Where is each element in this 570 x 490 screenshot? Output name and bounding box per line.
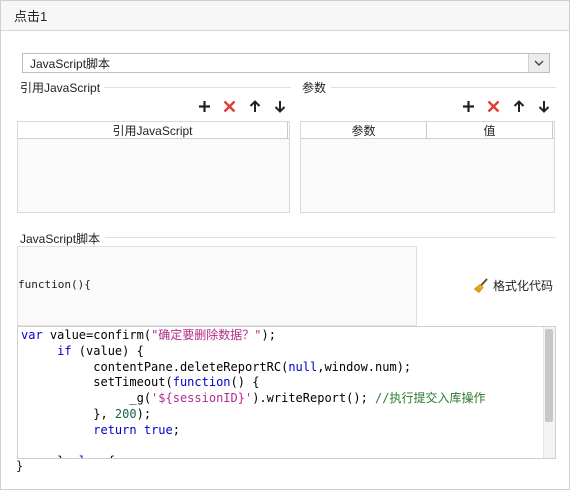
add-icon <box>463 100 474 112</box>
broom-icon <box>473 278 488 293</box>
code-line: if (value) { <box>57 343 144 358</box>
params-table-header: 参数 值 <box>301 122 554 139</box>
params-table[interactable]: 参数 值 <box>300 121 555 213</box>
code-content[interactable]: var value=confirm("确定要删除数据？"); if (value… <box>21 328 486 458</box>
format-code-button[interactable]: 格式化代码 <box>473 277 553 294</box>
imports-delete-button[interactable] <box>217 96 242 116</box>
imports-toolbar <box>192 96 292 116</box>
code-line: return true; <box>93 422 180 437</box>
function-closing-brace: } <box>16 459 24 473</box>
imports-table-header: 引用JavaScript <box>18 122 289 139</box>
params-column-value[interactable]: 值 <box>427 122 553 139</box>
add-icon <box>199 100 210 112</box>
code-line: }, 200); <box>21 406 152 421</box>
imports-section-label: 引用JavaScript <box>20 79 105 96</box>
params-toolbar <box>456 96 556 116</box>
arrow-down-icon <box>538 100 549 113</box>
imports-column-header[interactable]: 引用JavaScript <box>18 122 288 139</box>
imports-move-down-button[interactable] <box>267 96 292 116</box>
code-line: var value=confirm("确定要删除数据？"); <box>21 328 276 342</box>
script-type-select[interactable]: JavaScript脚本 <box>22 53 550 73</box>
code-editor[interactable]: var value=confirm("确定要删除数据？"); if (value… <box>17 326 556 459</box>
code-line: contentPane.deleteReportRC(null,window.n… <box>21 359 412 374</box>
function-signature: function(){ <box>18 278 91 291</box>
imports-move-up-button[interactable] <box>242 96 267 116</box>
params-section-label: 参数 <box>302 79 331 96</box>
window-title: 点击1 <box>1 1 569 31</box>
format-code-label: 格式化代码 <box>493 279 554 293</box>
chevron-down-icon[interactable] <box>528 54 549 72</box>
window-title-text: 点击1 <box>14 9 48 24</box>
script-divider <box>105 237 556 238</box>
imports-add-button[interactable] <box>192 96 217 116</box>
code-line: } else { <box>21 454 115 458</box>
arrow-up-icon <box>513 99 524 112</box>
arrow-up-icon <box>249 99 260 112</box>
delete-icon <box>223 100 236 112</box>
params-column-name[interactable]: 参数 <box>301 122 427 139</box>
delete-icon <box>487 100 500 112</box>
params-delete-button[interactable] <box>481 96 506 116</box>
editor-scrollbar[interactable] <box>543 327 555 458</box>
params-divider <box>331 87 556 88</box>
script-type-select-value: JavaScript脚本 <box>30 56 111 71</box>
params-move-down-button[interactable] <box>531 96 556 116</box>
javascript-event-dialog: 点击1 JavaScript脚本 引用JavaScript 引用JavaScri… <box>0 0 570 490</box>
code-line: setTimeout(function() { <box>21 375 260 390</box>
params-add-button[interactable] <box>456 96 481 116</box>
script-section-label: JavaScript脚本 <box>20 230 105 247</box>
imports-divider <box>101 87 291 88</box>
code-line: _g('${sessionID}').writeReport(); //执行提交… <box>21 391 486 406</box>
arrow-down-icon <box>274 100 285 113</box>
imports-table[interactable]: 引用JavaScript <box>17 121 290 213</box>
params-move-up-button[interactable] <box>506 96 531 116</box>
editor-scroll-thumb[interactable] <box>545 329 553 422</box>
